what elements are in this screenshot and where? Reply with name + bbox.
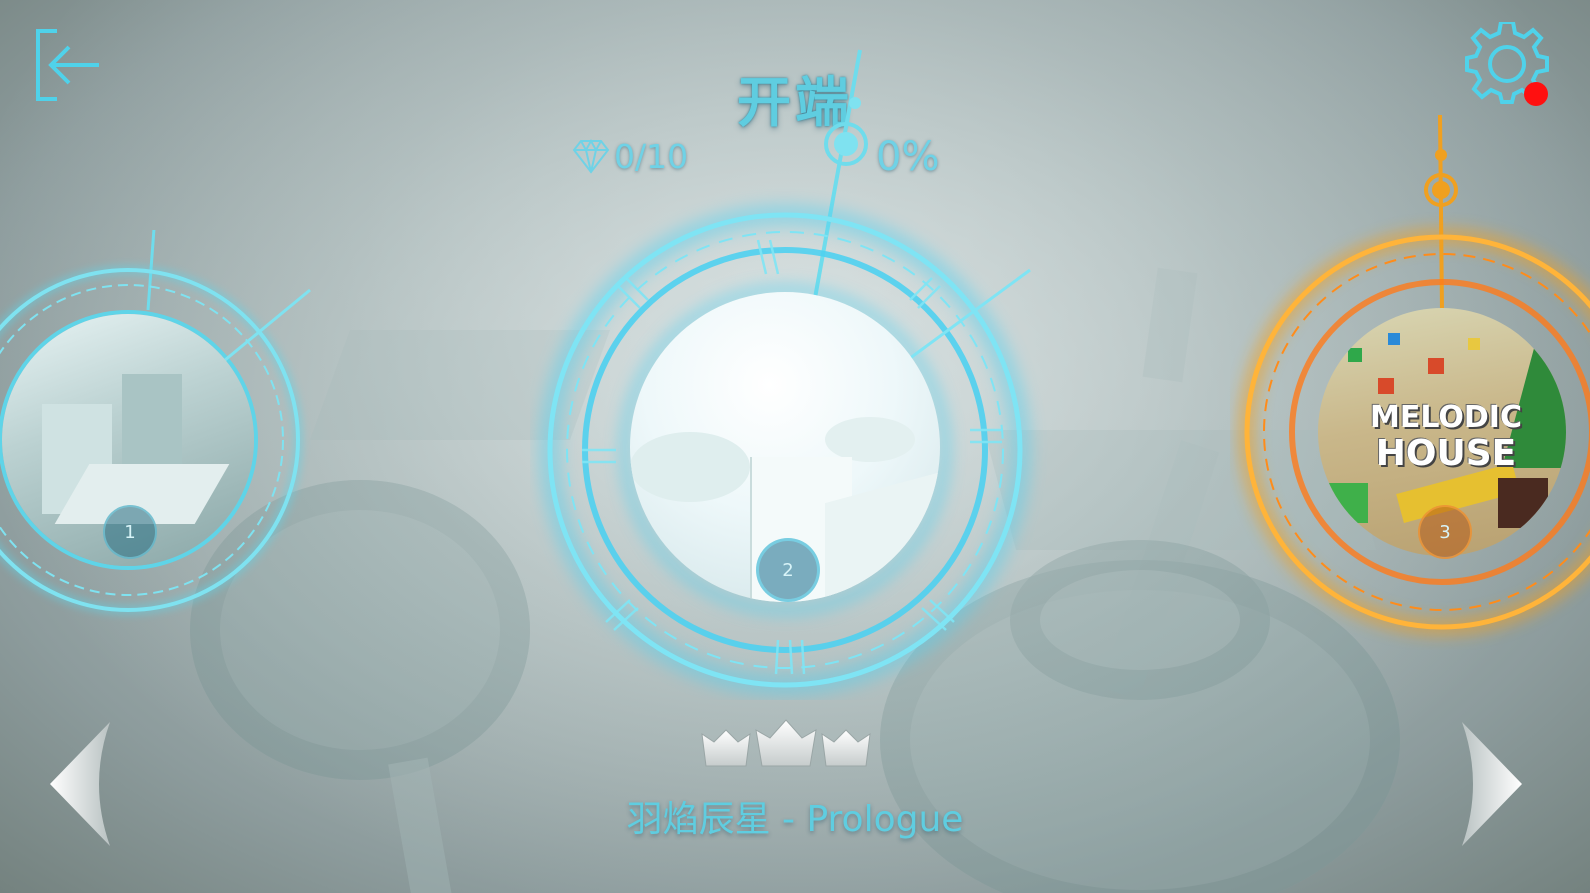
previous-level-button[interactable] — [48, 720, 114, 848]
melodic-house-logo: MELODIC HOUSE — [1366, 400, 1526, 472]
logo-line-1: MELODIC — [1370, 400, 1522, 435]
logo-line-2: HOUSE — [1375, 433, 1517, 474]
level-number: 2 — [782, 559, 794, 581]
level-portal-1[interactable]: 1 — [0, 230, 330, 640]
crown-icon — [701, 729, 751, 767]
chevron-right-icon — [1462, 722, 1522, 846]
next-level-button[interactable] — [1458, 720, 1524, 848]
level-portal-3[interactable]: MELODIC HOUSE 3 — [1230, 110, 1590, 650]
level-number-badge: 2 — [756, 538, 820, 602]
level-number-badge: 1 — [103, 505, 157, 559]
level-number: 1 — [124, 521, 136, 543]
crown-rating — [700, 718, 872, 772]
crown-icon — [755, 719, 817, 767]
level-number-badge: 3 — [1418, 505, 1472, 559]
level-portal-2[interactable]: 2 — [530, 40, 1050, 700]
crown-icon — [821, 729, 871, 767]
chevron-left-icon — [50, 722, 110, 846]
level-number: 3 — [1439, 521, 1451, 543]
song-title: 羽焰辰星 - Prologue — [626, 799, 964, 840]
